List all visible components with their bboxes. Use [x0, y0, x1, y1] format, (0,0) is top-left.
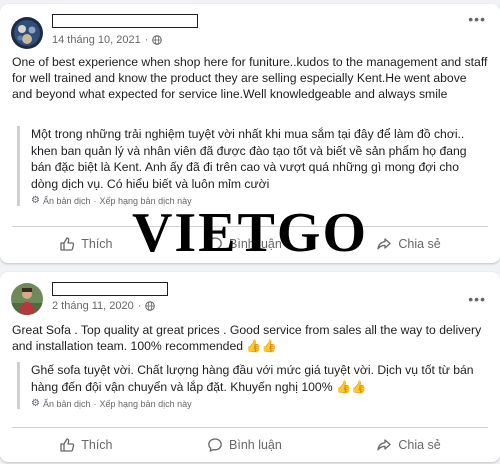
- thumbs-up-emoji: 👍👍: [246, 339, 277, 353]
- avatar[interactable]: [11, 283, 43, 315]
- post-actions: Thích Bình luận Chia sẻ: [12, 229, 488, 259]
- share-label: Chia sẻ: [398, 237, 441, 251]
- post-date[interactable]: 2 tháng 11, 2020: [52, 300, 134, 312]
- like-button[interactable]: Thích: [49, 433, 122, 457]
- like-label: Thích: [81, 438, 113, 452]
- share-icon: [377, 439, 391, 451]
- comment-button[interactable]: Bình luận: [197, 232, 292, 256]
- comment-icon: [208, 237, 222, 251]
- more-options-button[interactable]: •••: [468, 292, 486, 306]
- translation-controls: ⚙ Ẩn bản dịch · Xếp hạng bản dịch này: [31, 398, 192, 409]
- author-name-redacted[interactable]: [52, 14, 198, 28]
- thumbs-up-icon: [60, 438, 75, 452]
- comment-label: Bình luận: [229, 237, 282, 251]
- gear-icon: ⚙: [31, 398, 40, 409]
- translation-block: Ghế sofa tuyệt vời. Chất lượng hàng đầu …: [17, 362, 486, 409]
- comment-label: Bình luận: [229, 438, 282, 452]
- review-text: Great Sofa . Top quality at great prices…: [12, 323, 482, 353]
- post-actions: Thích Bình luận Chia sẻ: [12, 430, 488, 460]
- divider: [12, 226, 488, 227]
- share-icon: [377, 238, 391, 250]
- gear-icon: ⚙: [31, 195, 40, 206]
- avatar-image: [11, 17, 43, 49]
- divider: [12, 427, 488, 428]
- post-meta: 2 tháng 11, 2020 ·: [52, 300, 156, 312]
- like-label: Thích: [81, 237, 113, 251]
- translation-block: Một trong những trải nghiệm tuyệt vời nh…: [17, 126, 486, 206]
- hide-translation-link[interactable]: Ẩn bản dịch: [43, 399, 91, 409]
- comment-button[interactable]: Bình luận: [197, 433, 292, 457]
- hide-translation-link[interactable]: Ẩn bản dịch: [43, 196, 91, 206]
- review-text: One of best experience when shop here fo…: [12, 55, 488, 101]
- avatar[interactable]: [11, 17, 43, 49]
- translated-text: Ghế sofa tuyệt vời. Chất lượng hàng đầu …: [31, 363, 474, 394]
- author-name-redacted[interactable]: [52, 282, 168, 296]
- rate-translation-link[interactable]: Xếp hạng bản dịch này: [100, 399, 192, 409]
- globe-icon: [152, 35, 163, 45]
- post-date[interactable]: 14 tháng 10, 2021: [52, 34, 141, 46]
- globe-icon: [145, 301, 156, 311]
- comment-icon: [208, 438, 222, 452]
- share-button[interactable]: Chia sẻ: [366, 433, 450, 457]
- more-options-button[interactable]: •••: [468, 12, 486, 26]
- review-post: 14 tháng 10, 2021 · ••• One of best expe…: [0, 4, 500, 263]
- thumbs-up-emoji: 👍👍: [335, 379, 367, 394]
- avatar-image: [11, 283, 43, 315]
- rate-translation-link[interactable]: Xếp hạng bản dịch này: [100, 196, 192, 206]
- thumbs-up-icon: [60, 237, 75, 251]
- share-button[interactable]: Chia sẻ: [366, 232, 450, 256]
- like-button[interactable]: Thích: [49, 232, 122, 256]
- translation-controls: ⚙ Ẩn bản dịch · Xếp hạng bản dịch này: [31, 195, 192, 206]
- translated-text: Một trong những trải nghiệm tuyệt vời nh…: [31, 127, 467, 191]
- review-post: 2 tháng 11, 2020 · ••• Great Sofa . Top …: [0, 272, 500, 462]
- share-label: Chia sẻ: [398, 438, 441, 452]
- post-meta: 14 tháng 10, 2021 ·: [52, 34, 163, 46]
